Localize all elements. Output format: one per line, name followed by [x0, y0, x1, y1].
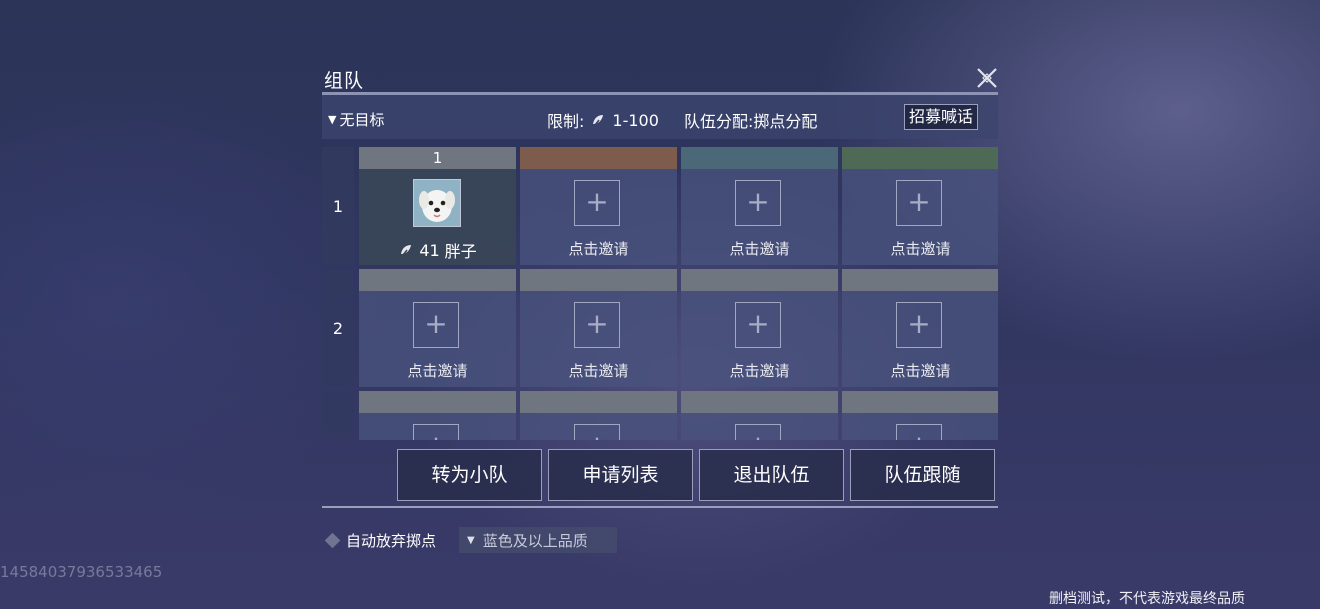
slot-header	[520, 147, 677, 169]
member-level: 41	[419, 240, 440, 260]
invite-slot[interactable]: +	[359, 391, 516, 440]
bottom-divider	[322, 506, 998, 508]
invite-slot[interactable]: +	[520, 391, 677, 440]
chevron-down-icon: ▼	[467, 534, 475, 546]
to-squad-button[interactable]: 转为小队	[397, 449, 542, 501]
invite-label: 点击邀请	[568, 362, 629, 380]
slot-header	[520, 269, 677, 291]
slot-header	[842, 147, 998, 169]
slot-header	[681, 147, 838, 169]
invite-slot[interactable]: + 点击邀请	[359, 269, 516, 387]
plus-icon[interactable]: +	[896, 302, 942, 348]
member-name: 胖子	[444, 242, 477, 261]
auto-abandon-label: 自动放弃掷点	[346, 532, 437, 550]
plus-icon[interactable]: +	[735, 302, 781, 348]
leave-team-button[interactable]: 退出队伍	[699, 449, 844, 501]
avatar[interactable]	[413, 179, 461, 227]
dialog-title: 组队	[324, 70, 365, 92]
invite-label: 点击邀请	[407, 362, 468, 380]
chevron-down-icon: ▼	[328, 113, 337, 126]
invite-slot[interactable]: +	[842, 391, 998, 440]
slot-header	[681, 391, 838, 413]
invite-label: 点击邀请	[729, 362, 790, 380]
group-number	[322, 391, 354, 440]
loot-allocation: 队伍分配:掷点分配	[684, 112, 818, 131]
plus-icon[interactable]: +	[896, 424, 942, 440]
plus-icon[interactable]: +	[896, 180, 942, 226]
group-number: 1	[322, 147, 354, 265]
invite-slot[interactable]: + 点击邀请	[842, 147, 998, 265]
auto-abandon-roll[interactable]: 自动放弃掷点	[324, 530, 437, 551]
plus-icon[interactable]: +	[413, 424, 459, 440]
checkbox-diamond-icon[interactable]	[324, 532, 341, 549]
plus-icon[interactable]: +	[735, 180, 781, 226]
slot-header	[359, 391, 516, 413]
invite-label: 点击邀请	[729, 240, 790, 258]
target-label: 无目标	[339, 111, 385, 129]
slot-header	[520, 391, 677, 413]
target-selector[interactable]: ▼ 无目标	[328, 109, 384, 130]
level-range: 1-100	[612, 110, 659, 130]
apply-list-button[interactable]: 申请列表	[548, 449, 693, 501]
invite-label: 点击邀请	[890, 362, 951, 380]
plus-icon[interactable]: +	[413, 302, 459, 348]
quality-select-value: 蓝色及以上品质	[482, 531, 588, 550]
invite-slot[interactable]: +	[681, 391, 838, 440]
invite-slot[interactable]: + 点击邀请	[681, 147, 838, 265]
invite-slot[interactable]: + 点击邀请	[842, 269, 998, 387]
plus-icon[interactable]: +	[574, 180, 620, 226]
level-limit: 限制: 1-100	[547, 108, 659, 132]
invite-label: 点击邀请	[890, 240, 951, 258]
member-slot-leader[interactable]: 1 41 胖子	[359, 147, 516, 265]
dog-avatar-icon	[414, 180, 460, 226]
slot-header: 1	[359, 147, 516, 169]
slot-header	[842, 391, 998, 413]
team-grid: 1 1 41 胖子 + 点击邀请 + 点击邀请 + 点击邀请 2 + 点击邀请 …	[322, 147, 998, 440]
info-bar: ▼ 无目标 限制: 1-100 队伍分配:掷点分配 招募喊话	[322, 95, 998, 139]
follow-team-button[interactable]: 队伍跟随	[850, 449, 995, 501]
invite-slot[interactable]: + 点击邀请	[520, 269, 677, 387]
limit-label: 限制:	[547, 112, 585, 131]
level-icon	[401, 245, 412, 256]
level-icon	[593, 115, 604, 126]
group-number: 2	[322, 269, 354, 387]
leader-info: 41 胖子	[359, 238, 516, 262]
quality-select[interactable]: ▼ 蓝色及以上品质	[459, 527, 617, 553]
invite-slot[interactable]: + 点击邀请	[520, 147, 677, 265]
plus-icon[interactable]: +	[574, 302, 620, 348]
slot-header	[359, 269, 516, 291]
invite-slot[interactable]: + 点击邀请	[681, 269, 838, 387]
close-button[interactable]	[974, 65, 1000, 91]
plus-icon[interactable]: +	[574, 424, 620, 440]
uid-watermark: 14584037936533465	[0, 563, 163, 581]
slot-header	[842, 269, 998, 291]
slot-header	[681, 269, 838, 291]
close-icon	[977, 68, 997, 88]
plus-icon[interactable]: +	[735, 424, 781, 440]
disclaimer-text: 删档测试，不代表游戏最终品质	[1049, 591, 1245, 607]
recruit-button[interactable]: 招募喊话	[904, 104, 979, 130]
invite-label: 点击邀请	[568, 240, 629, 258]
